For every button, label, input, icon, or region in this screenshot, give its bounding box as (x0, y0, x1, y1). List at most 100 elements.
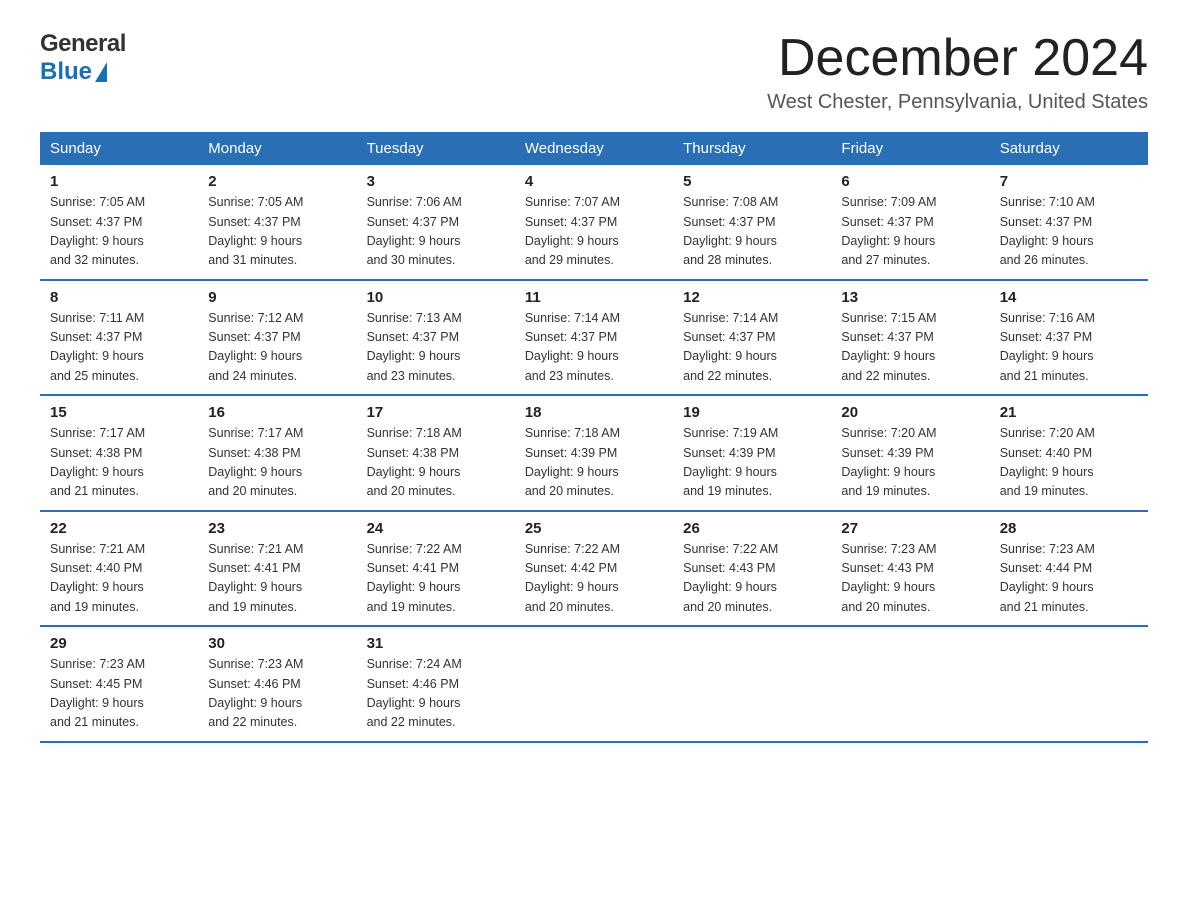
calendar-day-cell: 12 Sunrise: 7:14 AM Sunset: 4:37 PM Dayl… (673, 280, 831, 396)
logo-blue-text: Blue (40, 58, 92, 86)
day-number: 1 (50, 173, 188, 190)
title-area: December 2024 West Chester, Pennsylvania… (767, 30, 1148, 114)
calendar-week-row: 22 Sunrise: 7:21 AM Sunset: 4:40 PM Dayl… (40, 511, 1148, 627)
day-number: 11 (525, 289, 663, 306)
calendar-day-cell: 27 Sunrise: 7:23 AM Sunset: 4:43 PM Dayl… (831, 511, 989, 627)
calendar-table: Sunday Monday Tuesday Wednesday Thursday… (40, 132, 1148, 743)
calendar-day-cell: 24 Sunrise: 7:22 AM Sunset: 4:41 PM Dayl… (357, 511, 515, 627)
day-number: 31 (367, 635, 505, 652)
calendar-day-cell: 6 Sunrise: 7:09 AM Sunset: 4:37 PM Dayli… (831, 165, 989, 280)
day-info: Sunrise: 7:08 AM Sunset: 4:37 PM Dayligh… (683, 193, 821, 271)
day-info: Sunrise: 7:11 AM Sunset: 4:37 PM Dayligh… (50, 309, 188, 387)
col-wednesday: Wednesday (515, 132, 673, 165)
day-number: 23 (208, 520, 346, 537)
day-info: Sunrise: 7:19 AM Sunset: 4:39 PM Dayligh… (683, 424, 821, 502)
day-info: Sunrise: 7:22 AM Sunset: 4:41 PM Dayligh… (367, 540, 505, 618)
col-saturday: Saturday (990, 132, 1148, 165)
day-number: 13 (841, 289, 979, 306)
day-number: 19 (683, 404, 821, 421)
day-number: 7 (1000, 173, 1138, 190)
day-info: Sunrise: 7:07 AM Sunset: 4:37 PM Dayligh… (525, 193, 663, 271)
day-number: 30 (208, 635, 346, 652)
calendar-day-cell: 17 Sunrise: 7:18 AM Sunset: 4:38 PM Dayl… (357, 395, 515, 511)
day-info: Sunrise: 7:09 AM Sunset: 4:37 PM Dayligh… (841, 193, 979, 271)
day-info: Sunrise: 7:23 AM Sunset: 4:44 PM Dayligh… (1000, 540, 1138, 618)
day-number: 5 (683, 173, 821, 190)
day-info: Sunrise: 7:05 AM Sunset: 4:37 PM Dayligh… (208, 193, 346, 271)
calendar-day-cell: 10 Sunrise: 7:13 AM Sunset: 4:37 PM Dayl… (357, 280, 515, 396)
calendar-header-row: Sunday Monday Tuesday Wednesday Thursday… (40, 132, 1148, 165)
calendar-day-cell: 5 Sunrise: 7:08 AM Sunset: 4:37 PM Dayli… (673, 165, 831, 280)
day-info: Sunrise: 7:22 AM Sunset: 4:42 PM Dayligh… (525, 540, 663, 618)
calendar-day-cell: 30 Sunrise: 7:23 AM Sunset: 4:46 PM Dayl… (198, 626, 356, 742)
calendar-day-cell: 22 Sunrise: 7:21 AM Sunset: 4:40 PM Dayl… (40, 511, 198, 627)
day-number: 24 (367, 520, 505, 537)
calendar-day-cell (831, 626, 989, 742)
calendar-day-cell: 1 Sunrise: 7:05 AM Sunset: 4:37 PM Dayli… (40, 165, 198, 280)
day-number: 27 (841, 520, 979, 537)
day-number: 9 (208, 289, 346, 306)
day-info: Sunrise: 7:21 AM Sunset: 4:41 PM Dayligh… (208, 540, 346, 618)
day-info: Sunrise: 7:16 AM Sunset: 4:37 PM Dayligh… (1000, 309, 1138, 387)
calendar-day-cell: 9 Sunrise: 7:12 AM Sunset: 4:37 PM Dayli… (198, 280, 356, 396)
calendar-day-cell: 19 Sunrise: 7:19 AM Sunset: 4:39 PM Dayl… (673, 395, 831, 511)
col-tuesday: Tuesday (357, 132, 515, 165)
day-info: Sunrise: 7:18 AM Sunset: 4:39 PM Dayligh… (525, 424, 663, 502)
calendar-day-cell: 20 Sunrise: 7:20 AM Sunset: 4:39 PM Dayl… (831, 395, 989, 511)
day-number: 6 (841, 173, 979, 190)
day-info: Sunrise: 7:21 AM Sunset: 4:40 PM Dayligh… (50, 540, 188, 618)
calendar-day-cell: 25 Sunrise: 7:22 AM Sunset: 4:42 PM Dayl… (515, 511, 673, 627)
logo: General Blue (40, 30, 126, 86)
calendar-day-cell: 18 Sunrise: 7:18 AM Sunset: 4:39 PM Dayl… (515, 395, 673, 511)
day-number: 28 (1000, 520, 1138, 537)
day-info: Sunrise: 7:23 AM Sunset: 4:45 PM Dayligh… (50, 655, 188, 733)
day-info: Sunrise: 7:14 AM Sunset: 4:37 PM Dayligh… (525, 309, 663, 387)
col-monday: Monday (198, 132, 356, 165)
day-number: 12 (683, 289, 821, 306)
day-number: 15 (50, 404, 188, 421)
calendar-day-cell: 28 Sunrise: 7:23 AM Sunset: 4:44 PM Dayl… (990, 511, 1148, 627)
day-info: Sunrise: 7:23 AM Sunset: 4:43 PM Dayligh… (841, 540, 979, 618)
day-info: Sunrise: 7:18 AM Sunset: 4:38 PM Dayligh… (367, 424, 505, 502)
day-info: Sunrise: 7:06 AM Sunset: 4:37 PM Dayligh… (367, 193, 505, 271)
calendar-day-cell: 8 Sunrise: 7:11 AM Sunset: 4:37 PM Dayli… (40, 280, 198, 396)
day-info: Sunrise: 7:15 AM Sunset: 4:37 PM Dayligh… (841, 309, 979, 387)
calendar-day-cell: 23 Sunrise: 7:21 AM Sunset: 4:41 PM Dayl… (198, 511, 356, 627)
day-info: Sunrise: 7:17 AM Sunset: 4:38 PM Dayligh… (50, 424, 188, 502)
calendar-day-cell: 11 Sunrise: 7:14 AM Sunset: 4:37 PM Dayl… (515, 280, 673, 396)
day-info: Sunrise: 7:05 AM Sunset: 4:37 PM Dayligh… (50, 193, 188, 271)
calendar-day-cell: 29 Sunrise: 7:23 AM Sunset: 4:45 PM Dayl… (40, 626, 198, 742)
day-number: 2 (208, 173, 346, 190)
calendar-day-cell: 7 Sunrise: 7:10 AM Sunset: 4:37 PM Dayli… (990, 165, 1148, 280)
day-info: Sunrise: 7:10 AM Sunset: 4:37 PM Dayligh… (1000, 193, 1138, 271)
calendar-day-cell: 15 Sunrise: 7:17 AM Sunset: 4:38 PM Dayl… (40, 395, 198, 511)
header: General Blue December 2024 West Chester,… (40, 30, 1148, 114)
day-number: 18 (525, 404, 663, 421)
calendar-day-cell: 13 Sunrise: 7:15 AM Sunset: 4:37 PM Dayl… (831, 280, 989, 396)
col-friday: Friday (831, 132, 989, 165)
calendar-day-cell: 2 Sunrise: 7:05 AM Sunset: 4:37 PM Dayli… (198, 165, 356, 280)
day-number: 3 (367, 173, 505, 190)
day-number: 8 (50, 289, 188, 306)
calendar-title: December 2024 (767, 30, 1148, 87)
day-number: 25 (525, 520, 663, 537)
day-info: Sunrise: 7:14 AM Sunset: 4:37 PM Dayligh… (683, 309, 821, 387)
day-number: 16 (208, 404, 346, 421)
calendar-week-row: 15 Sunrise: 7:17 AM Sunset: 4:38 PM Dayl… (40, 395, 1148, 511)
col-sunday: Sunday (40, 132, 198, 165)
day-number: 17 (367, 404, 505, 421)
day-info: Sunrise: 7:13 AM Sunset: 4:37 PM Dayligh… (367, 309, 505, 387)
calendar-day-cell (990, 626, 1148, 742)
calendar-day-cell: 14 Sunrise: 7:16 AM Sunset: 4:37 PM Dayl… (990, 280, 1148, 396)
day-number: 4 (525, 173, 663, 190)
day-number: 22 (50, 520, 188, 537)
logo-triangle-icon (95, 62, 107, 82)
col-thursday: Thursday (673, 132, 831, 165)
day-number: 10 (367, 289, 505, 306)
calendar-day-cell: 4 Sunrise: 7:07 AM Sunset: 4:37 PM Dayli… (515, 165, 673, 280)
calendar-day-cell: 3 Sunrise: 7:06 AM Sunset: 4:37 PM Dayli… (357, 165, 515, 280)
day-info: Sunrise: 7:22 AM Sunset: 4:43 PM Dayligh… (683, 540, 821, 618)
calendar-week-row: 1 Sunrise: 7:05 AM Sunset: 4:37 PM Dayli… (40, 165, 1148, 280)
day-info: Sunrise: 7:12 AM Sunset: 4:37 PM Dayligh… (208, 309, 346, 387)
calendar-week-row: 8 Sunrise: 7:11 AM Sunset: 4:37 PM Dayli… (40, 280, 1148, 396)
